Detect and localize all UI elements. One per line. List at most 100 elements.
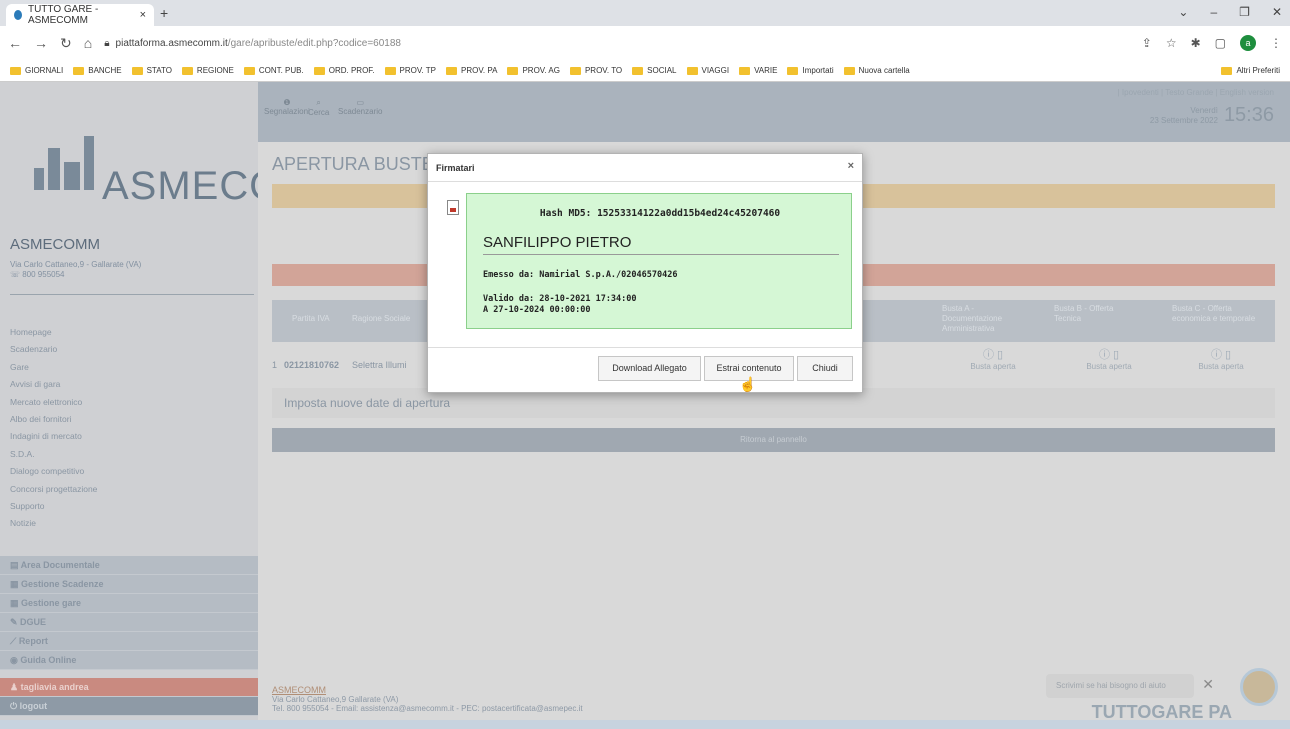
tab-search-icon[interactable]: ⌄ <box>1178 5 1188 19</box>
status-busta-a[interactable]: ⓘ ▯ Busta aperta <box>958 346 1028 371</box>
cerca-button[interactable]: ⌕ Cerca <box>308 98 329 117</box>
valid-to: A 27-10-2024 00:00:00 <box>483 305 591 315</box>
section-dgue[interactable]: ✎ DGUE <box>0 613 258 632</box>
folder-icon <box>131 66 143 75</box>
sidepanel-icon[interactable]: ▢ <box>1215 36 1226 50</box>
bookmark-folder[interactable]: PROV. PA <box>445 66 497 75</box>
scadenzario-button[interactable]: ▭ Scadenzario <box>338 98 382 116</box>
folder-icon <box>243 66 255 75</box>
url-path: /gare/apribuste/edit.php?codice=60188 <box>227 37 401 49</box>
bookmark-folder[interactable]: STATO <box>131 66 172 75</box>
asmecomm-logo: ASMECOMM <box>30 104 349 214</box>
chat-avatar-button[interactable] <box>1240 668 1278 706</box>
status-busta-c[interactable]: ⓘ ▯ Busta aperta <box>1186 346 1256 371</box>
forward-icon[interactable]: → <box>34 35 48 51</box>
logout-button[interactable]: ⏻ logout <box>0 697 258 716</box>
sidebar-item-notizie[interactable]: Notizie <box>10 515 97 532</box>
pencil-icon: ✎ <box>10 617 21 627</box>
browser-tab[interactable]: TUTTO GARE - ASMECOMM × <box>6 4 154 26</box>
bookmark-folder[interactable]: VIAGGI <box>686 66 729 75</box>
bookmark-folder[interactable]: Nuova cartella <box>843 66 910 75</box>
reload-icon[interactable]: ↻ <box>60 35 72 52</box>
bookmark-folder[interactable]: GIORNALI <box>10 66 63 75</box>
col-busta-a: Busta A - Documentazione Amministrativa <box>942 304 1003 333</box>
new-tab-button[interactable]: + <box>160 5 168 21</box>
segnalazioni-button[interactable]: ❶ Segnalazioni <box>264 98 310 116</box>
restore-icon[interactable]: ❐ <box>1239 5 1250 19</box>
sidebar-divider <box>10 294 254 295</box>
download-attachment-button[interactable]: Download Allegato <box>598 356 701 381</box>
bookmark-folder[interactable]: Importati <box>787 66 834 75</box>
date-label: 23 Settembre 2022 <box>1149 115 1218 125</box>
org-phone: 800 955054 <box>22 270 65 279</box>
back-icon[interactable]: ← <box>8 35 22 51</box>
folder-icon <box>313 66 325 75</box>
sidebar-item-gare[interactable]: Gare <box>10 359 97 376</box>
address-bar: ← → ↻ ⌂ 🔒︎ piattaforma.asmecomm.it/gare/… <box>0 26 1290 60</box>
footer-name[interactable]: ASMECOMM <box>272 686 583 695</box>
sidebar-item-concorsi[interactable]: Concorsi progettazione <box>10 481 97 498</box>
profile-avatar[interactable]: a <box>1240 35 1256 51</box>
chat-close-icon[interactable]: ✕ <box>1202 676 1214 693</box>
close-dialog-button[interactable]: Chiudi <box>797 356 853 381</box>
status-busta-b[interactable]: ⓘ ▯ Busta aperta <box>1074 346 1144 371</box>
bookmark-star-icon[interactable]: ☆ <box>1166 36 1177 50</box>
valid-from: Valido da: 28-10-2021 17:34:00 <box>483 294 637 304</box>
bookmark-folder[interactable]: VARIE <box>739 66 777 75</box>
bookmark-folder[interactable]: CONT. PUB. <box>243 66 304 75</box>
col-busta-b: Busta B - Offerta Tecnica <box>1054 304 1114 323</box>
share-icon[interactable]: ⇪ <box>1142 36 1152 50</box>
bookmark-folder[interactable]: BANCHE <box>73 66 122 75</box>
section-gestione-scadenze[interactable]: ▦ Gestione Scadenze <box>0 575 258 594</box>
sidebar-item-supporto[interactable]: Supporto <box>10 498 97 515</box>
folder-icon <box>10 66 21 75</box>
sidebar-item-sda[interactable]: S.D.A. <box>10 446 97 463</box>
section-area-documentale[interactable]: ▤ Area Documentale <box>0 556 258 575</box>
info-file-icon: ⓘ ▯ <box>1210 349 1232 361</box>
sidebar-item-albo[interactable]: Albo dei fornitori <box>10 411 97 428</box>
minimize-icon[interactable]: – <box>1210 5 1217 19</box>
dialog-close-icon[interactable]: × <box>848 160 854 172</box>
sidebar-item-dialogo[interactable]: Dialogo competitivo <box>10 463 97 480</box>
folder-icon <box>445 66 457 75</box>
user-menu[interactable]: ♟ tagliavia andrea <box>0 678 258 697</box>
calendar-icon: ▭ <box>356 98 365 107</box>
issuer: Emesso da: Namirial S.p.A./02046570426 <box>483 270 678 280</box>
sidebar-item-avvisi[interactable]: Avvisi di gara <box>10 376 97 393</box>
row-ragione: Selettra Illumi <box>352 360 407 370</box>
page: ASMECOMM ASMECOMM Via Carlo Cattaneo,9 -… <box>0 82 1290 729</box>
col-ragione-sociale: Ragione Sociale <box>352 314 411 323</box>
hand-cursor-icon: ☝ <box>739 376 757 392</box>
section-guida-online[interactable]: ◉ Guida Online <box>0 651 258 670</box>
section-gestione-gare[interactable]: ▦ Gestione gare <box>0 594 258 613</box>
tab-close-icon[interactable]: × <box>140 9 146 21</box>
bookmark-folder[interactable]: PROV. TO <box>569 66 622 75</box>
sidebar-item-mercato[interactable]: Mercato elettronico <box>10 394 97 411</box>
bookmark-folder[interactable]: REGIONE <box>181 66 234 75</box>
document-icon: ▤ <box>10 560 21 570</box>
section-report[interactable]: ⟋ Report <box>0 632 258 651</box>
back-to-panel-button[interactable]: Ritorna al pannello <box>272 428 1275 452</box>
org-address: Via Carlo Cattaneo,9 - Gallarate (VA) <box>10 260 142 269</box>
window-close-icon[interactable]: ✕ <box>1272 5 1282 19</box>
folder-icon <box>686 66 698 75</box>
sidebar-item-indagini[interactable]: Indagini di mercato <box>10 428 97 445</box>
bookmark-folder[interactable]: PROV. TP <box>384 66 436 75</box>
sidebar-menu: Homepage Scadenzario Gare Avvisi di gara… <box>10 324 97 533</box>
row-piva: 02121810762 <box>284 360 340 370</box>
sidebar-item-scadenzario[interactable]: Scadenzario <box>10 341 97 358</box>
extensions-icon[interactable]: ✱ <box>1191 36 1201 50</box>
sidebar-item-homepage[interactable]: Homepage <box>10 324 97 341</box>
accessibility-links[interactable]: | Ipovedenti | Testo Grande | English ve… <box>1118 88 1274 97</box>
bookmark-folder[interactable]: SOCIAL <box>632 66 677 75</box>
chat-prompt[interactable]: Scrivimi se hai bisogno di aiuto <box>1046 674 1194 698</box>
bookmark-other[interactable]: Altri Preferiti <box>1221 66 1280 75</box>
bookmark-folder[interactable]: PROV. AG <box>507 66 560 75</box>
bookmark-folder[interactable]: ORD. PROF. <box>313 66 375 75</box>
col-busta-c: Busta C - Offerta economica e temporale <box>1172 304 1256 323</box>
url-field[interactable]: 🔒︎ piattaforma.asmecomm.it/gare/apribust… <box>104 38 401 49</box>
browser-menu-icon[interactable]: ⋮ <box>1270 36 1282 50</box>
signer-divider <box>483 254 839 255</box>
home-icon[interactable]: ⌂ <box>84 35 92 51</box>
search-icon: ⌕ <box>316 98 321 107</box>
